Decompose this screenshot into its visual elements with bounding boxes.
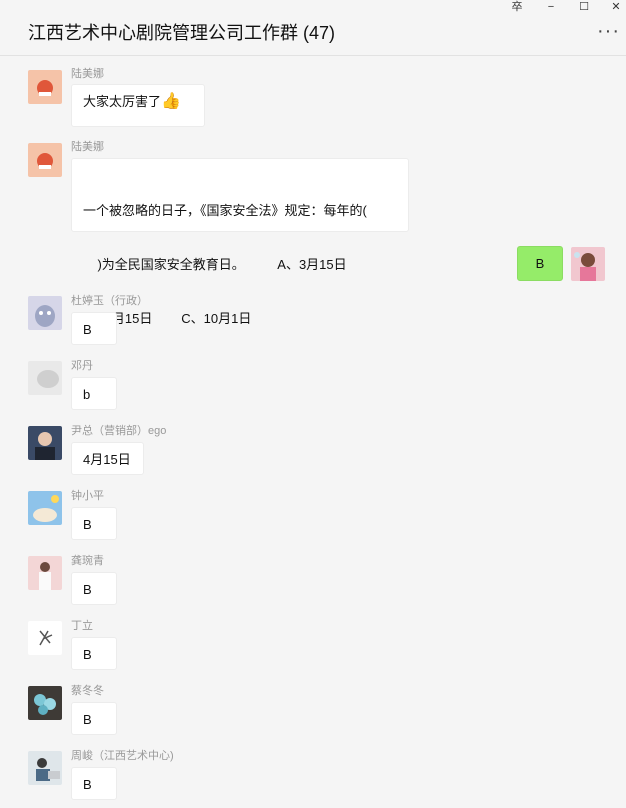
sender-name: 陆美娜 <box>71 68 104 80</box>
minimize-icon[interactable]: − <box>540 0 562 14</box>
woman-photo-avatar-icon <box>39 562 51 590</box>
message-text: B <box>83 647 92 662</box>
man-portrait-avatar-icon <box>35 432 55 460</box>
message-bubble[interactable]: 一个被忽略的日子，《国家安全法》规定：每年的( )为全民国家安全教育日。 A、3… <box>71 158 409 326</box>
message-text: B <box>83 582 92 597</box>
sender-name: 尹总（营销部）ego <box>71 425 167 437</box>
sender-name: 蔡冬冬 <box>71 685 104 697</box>
pin-icon[interactable]: 卒 <box>506 0 528 14</box>
avatar[interactable] <box>28 296 62 330</box>
message-bubble[interactable]: B <box>71 702 117 735</box>
message-line: B、4月15日 C、10月1日 <box>83 311 252 326</box>
message-text: B <box>535 256 545 271</box>
sender-name: 邓丹 <box>71 360 93 372</box>
message-bubble[interactable]: 大家太厉害了👍 <box>71 84 205 127</box>
my-avatar[interactable] <box>571 247 605 281</box>
chat-title: 江西艺术中心剧院管理公司工作群 (47) <box>28 23 336 43</box>
avatar[interactable] <box>28 143 62 177</box>
crab-avatar-icon <box>37 80 53 96</box>
message-text: B <box>83 517 92 532</box>
grayscale-photo-avatar-icon <box>37 370 59 388</box>
message-text: b <box>83 387 91 402</box>
crab-avatar-icon <box>37 153 53 169</box>
child-photo-avatar-icon <box>574 252 596 281</box>
avatar[interactable] <box>28 426 62 460</box>
message-bubble[interactable]: B <box>71 572 117 605</box>
avatar[interactable] <box>28 556 62 590</box>
sender-name: 钟小平 <box>71 490 104 502</box>
cartoon-cat-avatar-icon <box>35 305 55 327</box>
avatar[interactable] <box>28 621 62 655</box>
message-text: B <box>83 322 92 337</box>
message-bubble-self[interactable]: B <box>517 246 563 281</box>
message-text: B <box>83 777 92 792</box>
title-bar: 江西艺术中心剧院管理公司工作群 (47) 卒 − ☐ ✕ ··· <box>0 0 626 56</box>
avatar[interactable] <box>28 361 62 395</box>
message-line: 一个被忽略的日子，《国家安全法》规定：每年的( <box>83 203 367 218</box>
sender-name: 丁立 <box>71 620 93 632</box>
maximize-icon[interactable]: ☐ <box>573 0 595 14</box>
message-line: )为全民国家安全教育日。 A、3月15日 <box>83 257 347 272</box>
more-options-icon[interactable]: ··· <box>597 20 620 43</box>
message-bubble[interactable]: b <box>71 377 117 410</box>
message-bubble[interactable]: B <box>71 507 117 540</box>
avatar[interactable] <box>28 751 62 785</box>
message-text: B <box>83 712 92 727</box>
thumbs-up-icon: 👍 <box>161 93 181 110</box>
person-desk-avatar-icon <box>36 758 60 781</box>
avatar[interactable] <box>28 686 62 720</box>
avatar[interactable] <box>28 491 62 525</box>
message-text: 大家太厉害了 <box>83 94 162 109</box>
sender-name: 周峻（江西艺术中心) <box>71 750 174 762</box>
cloud-photo-avatar-icon <box>33 495 59 522</box>
message-text: 4月15日 <box>83 452 131 467</box>
message-bubble[interactable]: B <box>71 767 117 800</box>
flower-avatar-icon <box>34 694 56 715</box>
sender-name: 杜婷玉（行政） <box>71 295 148 307</box>
avatar[interactable] <box>28 70 62 104</box>
message-bubble[interactable]: B <box>71 312 117 345</box>
sender-name: 龚琬青 <box>71 555 104 567</box>
sketch-avatar-icon <box>39 630 53 646</box>
sender-name: 陆美娜 <box>71 141 104 153</box>
close-icon[interactable]: ✕ <box>605 0 626 14</box>
message-bubble[interactable]: B <box>71 637 117 670</box>
message-bubble[interactable]: 4月15日 <box>71 442 144 475</box>
